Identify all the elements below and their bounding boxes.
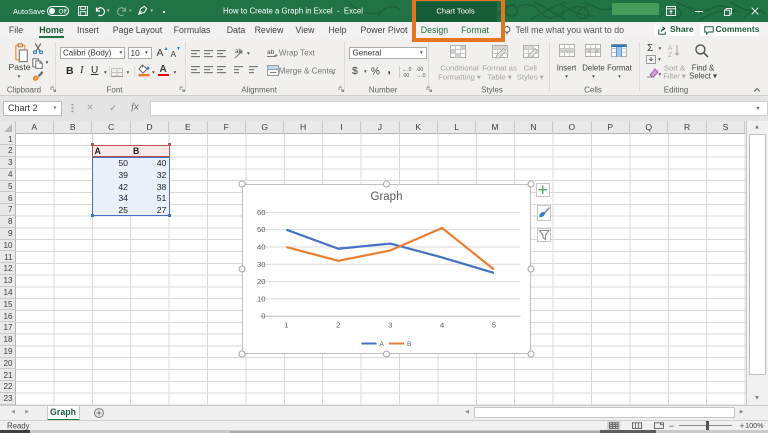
svg-text:30: 30 <box>257 260 265 269</box>
svg-text:5: 5 <box>491 320 495 329</box>
svg-text:10: 10 <box>257 294 265 303</box>
svg-text:0: 0 <box>261 311 265 320</box>
svg-text:50: 50 <box>257 225 265 234</box>
svg-text:Graph: Graph <box>370 191 402 203</box>
svg-text:20: 20 <box>257 277 265 286</box>
svg-text:.00: .00 <box>402 73 409 78</box>
svg-text:60: 60 <box>257 208 265 217</box>
svg-text:B: B <box>407 341 411 348</box>
svg-text:1: 1 <box>284 320 288 329</box>
svg-text:A: A <box>668 45 673 52</box>
svg-text:4: 4 <box>440 320 444 329</box>
svg-text:3: 3 <box>388 320 392 329</box>
svg-text:ab: ab <box>267 49 275 56</box>
svg-text:ab: ab <box>235 49 242 55</box>
svg-text:A: A <box>379 341 384 348</box>
svg-text:→.0: →.0 <box>416 73 426 78</box>
svg-text:2: 2 <box>336 320 340 329</box>
svg-text:40: 40 <box>257 242 265 251</box>
svg-text:Z: Z <box>668 52 672 57</box>
